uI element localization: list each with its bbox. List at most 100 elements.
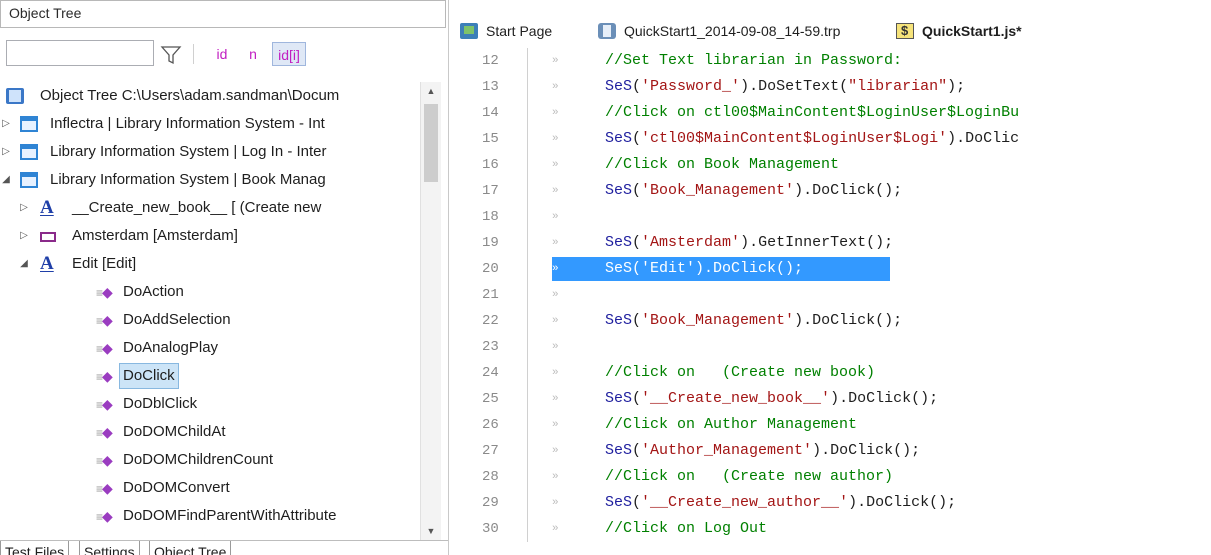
gutter-marker-icon[interactable]: » — [552, 490, 559, 516]
filter-icon[interactable] — [160, 44, 182, 66]
code-line[interactable]: 17 » SeS('Book_Management').DoClick(); — [454, 178, 1211, 204]
tree-node[interactable]: ▷ Library Information System | Log In - I… — [0, 138, 420, 166]
tree-node[interactable]: ≡◆ DoDblClick — [0, 390, 420, 418]
code-line[interactable]: 30 » //Click on Log Out — [454, 516, 1211, 542]
tree-node[interactable]: ▷ Amsterdam [Amsterdam] — [0, 222, 420, 250]
code-line[interactable]: 26 » //Click on Author Management — [454, 412, 1211, 438]
tree-node[interactable]: ◢ Library Information System | Book Manag — [0, 166, 420, 194]
gutter-marker-icon[interactable]: » — [552, 360, 559, 386]
code-line[interactable]: 24 » //Click on (Create new book) — [454, 360, 1211, 386]
tree-node[interactable]: ≡◆ DoDOMConvert — [0, 474, 420, 502]
code-text: //Set Text librarian in Password: — [605, 48, 902, 74]
gutter-marker-icon[interactable]: » — [552, 386, 559, 412]
code-line[interactable]: 28 » //Click on (Create new author) — [454, 464, 1211, 490]
code-line[interactable]: 25 » SeS('__Create_new_book__').DoClick(); — [454, 386, 1211, 412]
scroll-thumb[interactable] — [424, 104, 438, 182]
tree-node[interactable]: Object Tree C:\Users\adam.sandman\Docum — [0, 82, 420, 110]
code-line[interactable]: 15 » SeS('ctl00$MainContent$LoginUser$Logi… — [454, 126, 1211, 152]
code-line[interactable]: 14 » //Click on ctl00$MainContent$LoginUse… — [454, 100, 1211, 126]
gutter-marker-icon[interactable]: » — [552, 178, 559, 204]
tree-node[interactable]: ≡◆ DoDOMFindParentWithAttribute — [0, 502, 420, 530]
gutter-marker-icon[interactable]: » — [552, 74, 559, 100]
filter-by-index-button[interactable]: id[i] — [272, 42, 306, 66]
tab-label: QuickStart1_2014-09-08_14-59.trp — [624, 23, 841, 39]
code-editor[interactable]: 12 » //Set Text librarian in Password: 13 » S… — [454, 48, 1211, 555]
tab-settings[interactable]: Settings — [79, 541, 140, 555]
gutter-marker-icon[interactable]: » — [552, 152, 559, 178]
tree-scrollbar[interactable]: ▲ ▼ — [420, 82, 441, 540]
tree-node-label: DoDOMChildrenCount — [123, 451, 274, 468]
code-line[interactable]: 12 » //Set Text librarian in Password: — [454, 48, 1211, 74]
gutter-marker-icon[interactable]: » — [552, 256, 559, 282]
gutter-separator — [527, 126, 528, 152]
code-line[interactable]: 21 » — [454, 282, 1211, 308]
code-line[interactable]: 22 » SeS('Book_Management').DoClick(); — [454, 308, 1211, 334]
collapse-arrow-icon[interactable]: ◢ — [0, 166, 12, 194]
line-number: 14 — [482, 105, 499, 121]
gutter-separator — [527, 48, 528, 74]
code-line[interactable]: 27 » SeS('Author_Management').DoClick(); — [454, 438, 1211, 464]
code-line[interactable]: 13 » SeS('Password_').DoSetText("librarian… — [454, 74, 1211, 100]
gutter-marker-icon[interactable]: » — [552, 438, 559, 464]
gutter-marker-icon[interactable]: » — [552, 282, 559, 308]
tree-node[interactable]: ≡◆ DoAddSelection — [0, 306, 420, 334]
scroll-down-icon[interactable]: ▼ — [421, 522, 441, 540]
filter-by-name-button[interactable]: n — [244, 42, 262, 66]
gutter-marker-icon[interactable]: » — [552, 412, 559, 438]
code-token: ).GetInnerText(); — [740, 234, 894, 251]
link-icon: A — [40, 197, 54, 218]
tab-label: QuickStart1.js* — [922, 23, 1022, 39]
gutter-marker-icon[interactable]: » — [552, 100, 559, 126]
tree-node[interactable]: ▷ Inflectra | Library Information System … — [0, 110, 420, 138]
code-token: ).DoClick(); — [794, 182, 903, 199]
expand-arrow-icon[interactable]: ▷ — [18, 222, 30, 250]
gutter-marker-icon[interactable]: » — [552, 308, 559, 334]
code-token: ).DoClic — [947, 130, 1020, 147]
tab-object-tree[interactable]: Object Tree — [149, 541, 232, 555]
method-icon: ≡◆ — [96, 396, 113, 412]
filter-by-id-button[interactable]: id — [210, 42, 234, 66]
code-token: ( — [632, 312, 642, 329]
tree-node[interactable]: ≡◆ DoDOMChildrenCount — [0, 446, 420, 474]
tree-node-selected[interactable]: ≡◆ DoClick — [0, 362, 420, 390]
tab-report-file[interactable]: QuickStart1_2014-09-08_14-59.trp — [598, 14, 888, 48]
line-number: 19 — [482, 235, 499, 251]
tab-script-file[interactable]: QuickStart1.js* — [896, 14, 1066, 48]
expand-arrow-icon[interactable]: ▷ — [0, 110, 12, 138]
scroll-up-icon[interactable]: ▲ — [421, 82, 441, 100]
line-number: 16 — [482, 157, 499, 173]
collapse-arrow-icon[interactable]: ◢ — [18, 250, 30, 278]
line-number: 27 — [482, 443, 499, 459]
tree-node[interactable]: ≡◆ DoAnalogPlay — [0, 334, 420, 362]
filter-input[interactable] — [6, 40, 154, 66]
expand-arrow-icon[interactable]: ▷ — [18, 194, 30, 222]
gutter-marker-icon[interactable]: » — [552, 516, 559, 542]
gutter-marker-icon[interactable]: » — [552, 126, 559, 152]
tree-node[interactable]: ≡◆ DoAction — [0, 278, 420, 306]
gutter-marker-icon[interactable]: » — [552, 334, 559, 360]
code-token: ).DoClick(); — [830, 390, 939, 407]
tree-node-label: Library Information System | Book Manag — [50, 171, 326, 188]
tree-node-label: Library Information System | Log In - In… — [50, 143, 327, 160]
expand-arrow-icon[interactable]: ▷ — [0, 138, 12, 166]
gutter-separator — [527, 256, 528, 282]
gutter-marker-icon[interactable]: » — [552, 230, 559, 256]
code-line[interactable]: 18 » — [454, 204, 1211, 230]
tree-node[interactable]: ◢ A Edit [Edit] — [0, 250, 420, 278]
gutter-marker-icon[interactable]: » — [552, 464, 559, 490]
gutter-marker-icon[interactable]: » — [552, 204, 559, 230]
gutter-separator — [527, 360, 528, 386]
tree-node[interactable]: ▷ A __Create_new_book__ [ (Create new — [0, 194, 420, 222]
method-icon: ≡◆ — [96, 424, 113, 440]
tab-test-files[interactable]: Test Files — [0, 541, 70, 555]
code-line[interactable]: 23 » — [454, 334, 1211, 360]
code-line[interactable]: 29 » SeS('__Create_new_author__').DoClick(… — [454, 490, 1211, 516]
tab-start-page[interactable]: Start Page — [460, 14, 590, 48]
code-line[interactable]: 19 » SeS('Amsterdam').GetInnerText(); — [454, 230, 1211, 256]
code-line-current[interactable]: 20 » SeS('Edit').DoClick(); — [454, 256, 1211, 282]
element-icon — [40, 232, 56, 242]
tree-node[interactable]: ≡◆ DoDOMChildAt — [0, 418, 420, 446]
gutter-marker-icon[interactable]: » — [552, 48, 559, 74]
code-line[interactable]: 16 » //Click on Book Management — [454, 152, 1211, 178]
code-token: //Click on Author Management — [605, 416, 858, 433]
